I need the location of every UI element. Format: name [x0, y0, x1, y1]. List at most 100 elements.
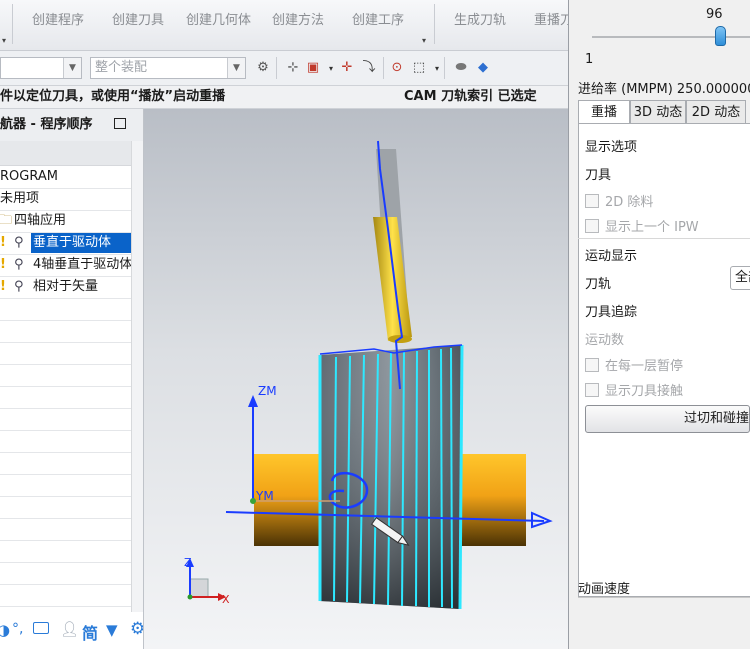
slider-value: 96 — [706, 7, 723, 22]
ribbon-expand-icon[interactable]: ▾ — [2, 36, 6, 45]
status-selection: CAM 刀轨索引 已选定 — [404, 89, 537, 104]
dot-icon[interactable]: °, — [12, 621, 23, 637]
create-tool-button[interactable]: 创建刀具 — [112, 9, 164, 28]
selection-toolbar: ▼ 整个装配 ▼ ⚙ ⊹ ▣ ▾ ✛ ⤵ ⊙ ⬚ ▾ ⬬ ◆ — [0, 51, 568, 86]
pick-tool-icon[interactable]: ⤵ — [360, 59, 378, 77]
tree-row-unused[interactable]: 未用项 — [0, 188, 131, 211]
create-geometry-button[interactable]: 创建几何体 — [186, 9, 251, 28]
ym-label: YM — [255, 489, 274, 503]
tree-row-empty — [0, 298, 131, 321]
select-box-icon[interactable]: ▣ — [304, 59, 322, 77]
display-options-label: 显示选项 — [585, 140, 638, 155]
dialog-content: 96 1 进给率 (MMPM) 250.000000 重播 3D 动态 2D 动… — [578, 0, 750, 649]
speed-slider-thumb[interactable] — [714, 26, 726, 46]
status-prompt: 件以定位刀具，或使用“播放”启动重播 — [0, 89, 226, 104]
rectangle-select-icon[interactable]: ⬚ — [410, 59, 428, 77]
ribbon-separator — [434, 4, 435, 44]
operation-icon: ⚲ — [14, 279, 24, 294]
tool-trace-label: 刀具追踪 — [585, 305, 638, 320]
tree-row-operation[interactable]: ! ⚲ 垂直于驱动体 — [0, 232, 132, 255]
folder-icon: 🗀 — [0, 213, 13, 228]
operation-icon: ⚲ — [14, 257, 24, 272]
tree-row-empty — [0, 562, 131, 585]
graphics-viewport[interactable]: ZM YM Z X — [144, 109, 568, 649]
snap-point-icon[interactable]: ⊹ — [284, 59, 302, 77]
toolbar-separator — [383, 57, 384, 79]
tree-row-empty — [0, 320, 131, 343]
assembly-filter-icon[interactable]: ⚙ — [254, 59, 272, 77]
tree-row-empty — [0, 496, 131, 519]
simplified-chinese-icon[interactable]: 简 — [82, 620, 98, 644]
navigator-column-header — [0, 141, 131, 166]
tree-row-operation[interactable]: ! ⚲ 相对于矢量 — [0, 276, 131, 299]
scene-svg: ZM YM Z X — [184, 140, 553, 610]
tab-2d-dynamic[interactable]: 2D 动态 — [686, 100, 746, 124]
checkbox-icon — [585, 358, 599, 372]
cube-view-icon[interactable]: ◆ — [474, 59, 492, 77]
cutter-tool — [373, 217, 412, 341]
warning-icon: ! — [0, 235, 6, 250]
user-icon[interactable]: 👤︎ — [60, 620, 79, 638]
slider-min: 1 — [585, 52, 594, 67]
mic-icon[interactable]: ◑ — [0, 621, 10, 639]
crosshair-icon[interactable]: ✛ — [338, 59, 356, 77]
tree-row-empty — [0, 430, 131, 453]
maximize-icon[interactable] — [114, 118, 126, 129]
navigator-scrollbar[interactable] — [131, 141, 143, 621]
motion-count-label: 运动数 — [585, 333, 625, 348]
tree-row-empty — [0, 364, 131, 387]
tree-row-empty — [0, 540, 131, 563]
keyboard-icon[interactable] — [33, 622, 49, 634]
checkbox-icon — [585, 194, 599, 208]
navigator-title: 航器 - 程序顺序 — [0, 117, 93, 132]
ribbon-separator — [12, 4, 13, 44]
navigator-header: 航器 - 程序顺序 — [0, 109, 143, 141]
operation-icon: ⚲ — [14, 235, 24, 250]
tab-3d-dynamic[interactable]: 3D 动态 — [630, 100, 686, 124]
ime-toolbar: ◑ °, 👤︎ 简 ▼ ⚙ — [0, 612, 143, 649]
create-method-button[interactable]: 创建方法 — [272, 9, 324, 28]
selection-scope-select[interactable]: 整个装配 ▼ — [90, 57, 246, 79]
create-program-button[interactable]: 创建程序 — [32, 9, 84, 28]
divider — [578, 597, 750, 598]
type-filter-select[interactable]: ▼ — [0, 57, 82, 79]
point-snap-icon[interactable]: ⊙ — [388, 59, 406, 77]
shaded-view-icon[interactable]: ⬬ — [452, 59, 470, 77]
tab-replay[interactable]: 重播 — [578, 100, 630, 124]
shirt-icon[interactable]: ▼ — [106, 621, 118, 639]
chevron-down-icon[interactable]: ▼ — [227, 58, 245, 78]
toolbar-separator — [444, 57, 445, 79]
triad-x-label: X — [222, 593, 230, 606]
warning-icon: ! — [0, 257, 6, 272]
toolpath-select[interactable]: 全部 — [730, 266, 750, 290]
cb-pause-each-layer: 在每一层暂停 — [585, 355, 683, 374]
tree-row-operation[interactable]: ! ⚲ 4轴垂直于驱动体 — [0, 254, 132, 277]
ribbon-group-expand-icon[interactable]: ▾ — [422, 36, 426, 45]
view-triad — [189, 578, 209, 598]
warning-icon: ! — [0, 279, 6, 294]
cb-prev-ipw: 显示上一个 IPW — [585, 216, 699, 235]
cb-show-tool-contact: 显示刀具接触 — [585, 380, 683, 399]
gear-icon[interactable]: ⚙ — [130, 619, 143, 639]
toolbar-separator — [276, 57, 277, 79]
chevron-down-icon[interactable]: ▼ — [63, 58, 81, 78]
create-operation-button[interactable]: 创建工序 — [352, 9, 404, 28]
toolpath-label: 刀轨 — [585, 277, 612, 292]
tree-row-empty — [0, 584, 131, 607]
speed-slider-track[interactable] — [592, 36, 750, 38]
feedrate-label: 进给率 (MMPM) 250.000000 — [578, 82, 750, 97]
tree-row-empty — [0, 386, 131, 409]
triad-z-label: Z — [184, 556, 192, 569]
motion-display-label: 运动显示 — [585, 249, 638, 264]
tree-row-group[interactable]: 🗀 四轴应用 — [0, 210, 131, 233]
animation-speed-label: 动画速度 — [578, 582, 631, 597]
tree-row-program[interactable]: ROGRAM — [0, 166, 131, 189]
tool-label: 刀具 — [585, 168, 612, 183]
tree-row-empty — [0, 518, 131, 541]
generate-toolpath-button[interactable]: 生成刀轨 — [454, 9, 506, 28]
tree-row-empty — [0, 452, 131, 475]
operation-navigator: 航器 - 程序顺序 ROGRAM 未用项 🗀 四轴应用 ! ⚲ 垂直于驱动体 !… — [0, 109, 144, 649]
gouge-collision-button[interactable]: 过切和碰撞 — [585, 405, 750, 433]
zm-label: ZM — [258, 384, 277, 398]
checkbox-icon — [585, 219, 599, 233]
